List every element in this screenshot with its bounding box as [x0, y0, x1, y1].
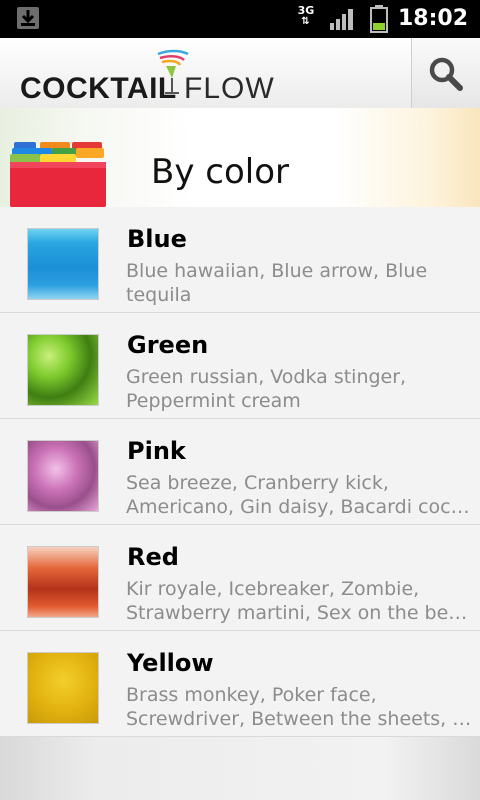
- download-icon: [17, 7, 39, 29]
- item-description: Brass monkey, Poker face, Screwdriver, B…: [126, 683, 472, 731]
- clock: 18:02: [397, 6, 468, 31]
- status-bar: 3G ⇅ 18:02: [0, 0, 480, 38]
- logo-text-flow: FLOW: [184, 72, 275, 105]
- item-description-line: Kir royale, Icebreaker, Zombie,: [126, 578, 420, 600]
- item-description: Sea breeze, Cranberry kick, Americano, G…: [126, 471, 472, 519]
- search-icon: [429, 57, 463, 91]
- page-title: By color: [151, 152, 289, 192]
- item-description-line: Screwdriver, Between the sheets, B…: [126, 708, 472, 730]
- item-description: Green russian, Vodka stinger, Peppermint…: [126, 365, 472, 413]
- item-title: Red: [127, 543, 179, 571]
- search-button[interactable]: [411, 38, 480, 108]
- list-item-green[interactable]: Green Green russian, Vodka stinger, Pepp…: [0, 313, 480, 419]
- folder-tabs-icon: [10, 142, 106, 208]
- item-title: Pink: [127, 437, 186, 465]
- list-footer: [0, 737, 480, 800]
- item-description-line: Blue hawaiian, Blue arrow, Blue: [126, 260, 428, 282]
- item-title: Yellow: [127, 649, 214, 677]
- item-description-line: Americano, Gin daisy, Bacardi cockt…: [126, 496, 472, 518]
- item-description: Blue hawaiian, Blue arrow, Blue tequila: [126, 259, 472, 307]
- list-item-pink[interactable]: Pink Sea breeze, Cranberry kick, America…: [0, 419, 480, 525]
- green-cocktail-thumbnail: [28, 335, 98, 405]
- signal-icon: [330, 9, 353, 30]
- item-description: Kir royale, Icebreaker, Zombie, Strawber…: [126, 577, 472, 625]
- list-item-blue[interactable]: Blue Blue hawaiian, Blue arrow, Blue teq…: [0, 207, 480, 313]
- category-header: By color: [0, 108, 480, 208]
- battery-icon: [370, 5, 388, 33]
- item-title: Blue: [127, 225, 187, 253]
- list-item-red[interactable]: Red Kir royale, Icebreaker, Zombie, Stra…: [0, 525, 480, 631]
- item-description-line: Brass monkey, Poker face,: [126, 684, 377, 706]
- app-bar: COCKTAIL FLOW: [0, 38, 480, 109]
- pink-cocktail-thumbnail: [28, 441, 98, 511]
- color-list: Blue Blue hawaiian, Blue arrow, Blue teq…: [0, 207, 480, 737]
- item-description-line: Sea breeze, Cranberry kick,: [126, 472, 389, 494]
- blue-cocktail-thumbnail: [28, 229, 98, 299]
- red-cocktail-thumbnail: [28, 547, 98, 617]
- item-description-line: Strawberry martini, Sex on the bea…: [126, 602, 472, 624]
- item-description-line: tequila: [126, 284, 192, 306]
- item-title: Green: [127, 331, 209, 359]
- item-description-line: Green russian, Vodka stinger,: [126, 366, 407, 388]
- item-description-line: Peppermint cream: [126, 390, 301, 412]
- yellow-cocktail-thumbnail: [28, 653, 98, 723]
- network-type-label: 3G: [297, 4, 315, 17]
- list-item-yellow[interactable]: Yellow Brass monkey, Poker face, Screwdr…: [0, 631, 480, 737]
- network-3g-icon: 3G ⇅: [292, 5, 320, 27]
